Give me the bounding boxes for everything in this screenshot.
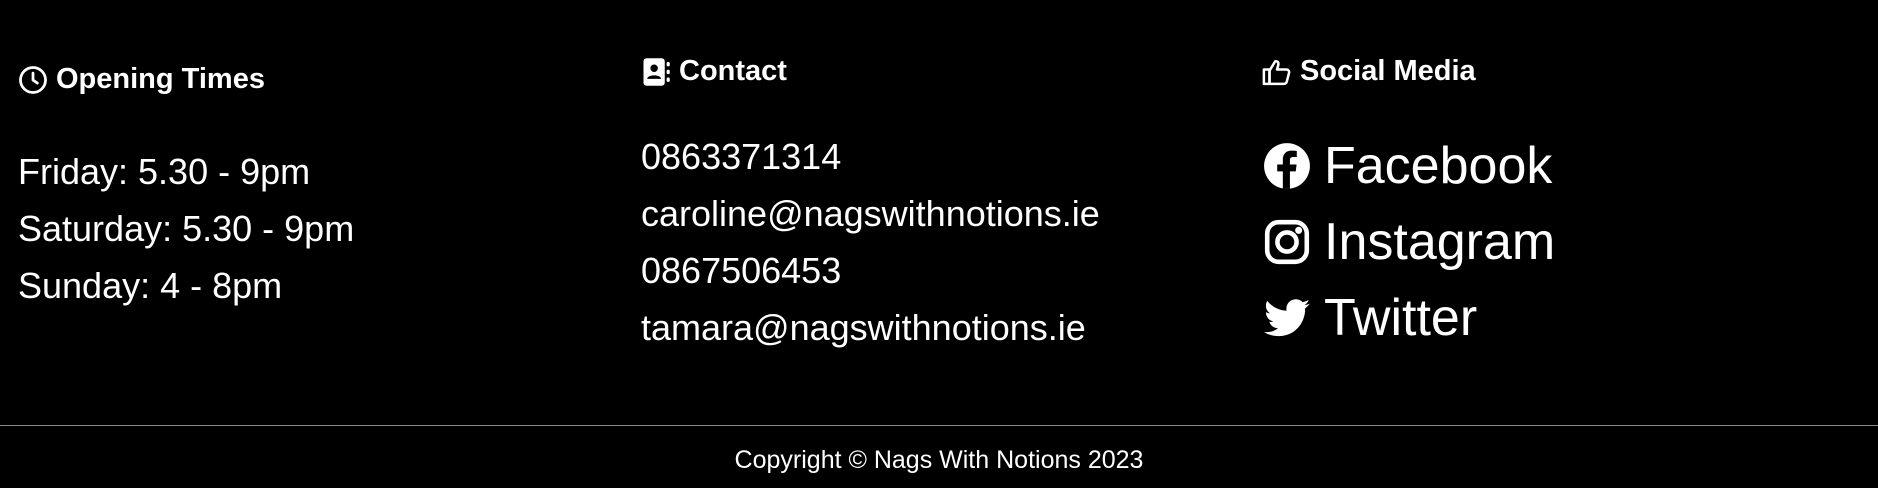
opening-time-item: Saturday: 5.30 - 9pm [18,208,355,249]
contact-email[interactable]: tamara@nagswithnotions.ie [641,299,1100,356]
contact-title: Contact [679,55,787,87]
footer-divider [0,425,1878,426]
contact-phone[interactable]: 0863371314 [641,128,1100,185]
twitter-icon [1262,293,1312,343]
facebook-icon [1262,141,1312,191]
site-footer: Opening Times Friday: 5.30 - 9pm Saturda… [0,0,1878,488]
contact-phone[interactable]: 0867506453 [641,242,1100,299]
social-links: Facebook Instagram Twitter [1262,128,1555,356]
social-media-heading: Social Media [1262,55,1476,88]
opening-times-heading: Opening Times [18,63,265,96]
instagram-label: Instagram [1324,213,1556,271]
instagram-icon [1262,217,1312,267]
social-item: Instagram [1262,204,1555,280]
address-book-icon [641,57,671,87]
thumbs-up-icon [1262,57,1292,87]
contact-list: 0863371314 caroline@nagswithnotions.ie 0… [641,128,1100,356]
contact-heading: Contact [641,55,787,88]
social-item: Twitter [1262,280,1555,356]
opening-time-item: Friday: 5.30 - 9pm [18,151,311,192]
contact-email[interactable]: caroline@nagswithnotions.ie [641,185,1100,242]
facebook-label: Facebook [1324,137,1553,195]
clock-icon [18,65,48,95]
copyright-text: Copyright © Nags With Notions 2023 [734,446,1144,474]
opening-time-item: Sunday: 4 - 8pm [18,265,283,306]
opening-times-list: Friday: 5.30 - 9pm Saturday: 5.30 - 9pm … [18,143,354,314]
twitter-label: Twitter [1324,289,1478,347]
social-media-title: Social Media [1300,55,1476,87]
social-item: Facebook [1262,128,1555,204]
opening-times-title: Opening Times [56,63,265,95]
instagram-link[interactable]: Instagram [1262,212,1555,272]
twitter-link[interactable]: Twitter [1262,288,1477,348]
facebook-link[interactable]: Facebook [1262,136,1552,196]
